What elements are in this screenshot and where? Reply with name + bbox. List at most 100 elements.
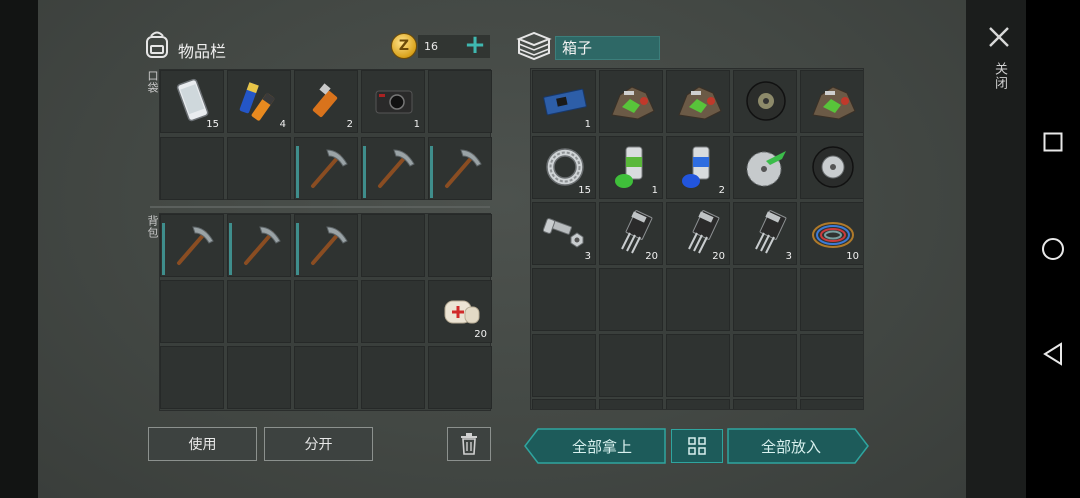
empty-slot[interactable]	[227, 280, 291, 343]
close-button[interactable]	[984, 22, 1014, 52]
item-quantity: 1	[584, 119, 591, 130]
backpack-row	[160, 214, 492, 277]
item-quantity: 15	[578, 185, 591, 196]
empty-slot[interactable]	[800, 399, 863, 409]
add-coins-button[interactable]: +	[464, 32, 486, 59]
box-name-field[interactable]: 箱子	[555, 36, 660, 60]
system-nav-bar	[1026, 0, 1080, 498]
item-quantity: 10	[846, 251, 859, 262]
bandage-icon	[444, 300, 480, 324]
empty-slot[interactable]	[428, 346, 492, 409]
item-quantity: 4	[279, 119, 286, 130]
item-slot[interactable]	[800, 70, 863, 133]
empty-slot[interactable]	[733, 334, 797, 397]
item-slot[interactable]: 3	[733, 202, 797, 265]
item-slot[interactable]	[361, 137, 425, 200]
item-slot[interactable]	[800, 136, 863, 199]
item-slot[interactable]: 20	[666, 202, 730, 265]
close-icon	[989, 27, 1009, 47]
item-slot[interactable]: 1	[361, 70, 425, 133]
transistor-icon	[755, 210, 787, 254]
empty-slot[interactable]	[800, 334, 863, 397]
item-slot[interactable]: 2	[666, 136, 730, 199]
box-row	[532, 399, 863, 409]
item-slot[interactable]	[428, 137, 492, 200]
empty-slot[interactable]	[666, 268, 730, 331]
empty-slot[interactable]	[666, 399, 730, 409]
item-slot[interactable]	[160, 214, 224, 277]
empty-slot[interactable]	[666, 334, 730, 397]
item-slot[interactable]	[733, 70, 797, 133]
empty-slot[interactable]	[227, 137, 291, 200]
item-slot[interactable]	[294, 137, 358, 200]
item-slot[interactable]: 20	[428, 280, 492, 343]
empty-slot[interactable]	[599, 334, 663, 397]
empty-slot[interactable]	[532, 334, 596, 397]
transistor-icon	[688, 210, 720, 254]
item-quantity: 20	[645, 251, 658, 262]
empty-slot[interactable]	[733, 268, 797, 331]
box-row: 1	[532, 70, 863, 133]
put-all-button[interactable]: 全部放入	[729, 429, 853, 463]
item-slot[interactable]: 20	[599, 202, 663, 265]
empty-slot[interactable]	[428, 70, 492, 133]
item-slot[interactable]	[227, 214, 291, 277]
recent-apps-button[interactable]	[1026, 122, 1080, 162]
camera-icon	[375, 90, 413, 114]
empty-slot[interactable]	[294, 280, 358, 343]
back-button[interactable]	[1026, 334, 1080, 374]
saw-blade-icon	[746, 151, 786, 187]
item-slot[interactable]: 4	[227, 70, 291, 133]
inventory-title: 物品栏	[178, 42, 227, 61]
box-row: 3 20 20 3 10	[532, 202, 863, 265]
item-slot[interactable]: 15	[160, 70, 224, 133]
item-slot[interactable]: 1	[599, 136, 663, 199]
box-row	[532, 268, 863, 331]
empty-slot[interactable]	[294, 346, 358, 409]
trash-button[interactable]	[447, 427, 491, 461]
empty-slot[interactable]	[800, 268, 863, 331]
tire-icon	[746, 81, 786, 121]
empty-slot[interactable]	[361, 214, 425, 277]
empty-slot[interactable]	[599, 268, 663, 331]
item-slot[interactable]	[294, 214, 358, 277]
item-slot[interactable]: 1	[532, 70, 596, 133]
empty-slot[interactable]	[160, 137, 224, 200]
item-slot[interactable]: 15	[532, 136, 596, 199]
empty-slot[interactable]	[599, 399, 663, 409]
empty-slot[interactable]	[532, 399, 596, 409]
item-slot[interactable]: 2	[294, 70, 358, 133]
item-slot[interactable]	[666, 70, 730, 133]
sort-button[interactable]	[671, 429, 723, 463]
split-button[interactable]: 分开	[264, 427, 373, 461]
item-quantity: 3	[785, 251, 792, 262]
backpack-label: 背包	[146, 215, 159, 239]
empty-slot[interactable]	[361, 280, 425, 343]
home-button[interactable]	[1026, 229, 1080, 269]
pocket-label: 口袋	[146, 70, 159, 94]
item-quantity: 2	[346, 119, 353, 130]
empty-slot[interactable]	[532, 268, 596, 331]
item-slot[interactable]: 10	[800, 202, 863, 265]
pocket-row: 15 4 2 1	[160, 70, 492, 133]
use-button[interactable]: 使用	[148, 427, 257, 461]
green-spray-paint-icon	[615, 146, 643, 188]
divider	[150, 206, 490, 208]
item-slot[interactable]: 3	[532, 202, 596, 265]
take-all-button[interactable]: 全部拿上	[540, 429, 664, 463]
empty-slot[interactable]	[160, 280, 224, 343]
empty-slot[interactable]	[428, 214, 492, 277]
backpack-row	[160, 346, 492, 409]
item-quantity: 2	[718, 185, 725, 196]
item-slot[interactable]	[599, 70, 663, 133]
pickaxe-icon	[244, 226, 281, 265]
empty-slot[interactable]	[361, 346, 425, 409]
backpack-row: 20	[160, 280, 492, 343]
item-slot[interactable]	[733, 136, 797, 199]
empty-slot[interactable]	[227, 346, 291, 409]
durability-bar	[430, 146, 433, 198]
box-grid[interactable]: 1 15 1 2 3 20 20 3 10	[530, 68, 864, 410]
empty-slot[interactable]	[160, 346, 224, 409]
empty-slot[interactable]	[733, 399, 797, 409]
bearing-icon	[546, 148, 584, 186]
